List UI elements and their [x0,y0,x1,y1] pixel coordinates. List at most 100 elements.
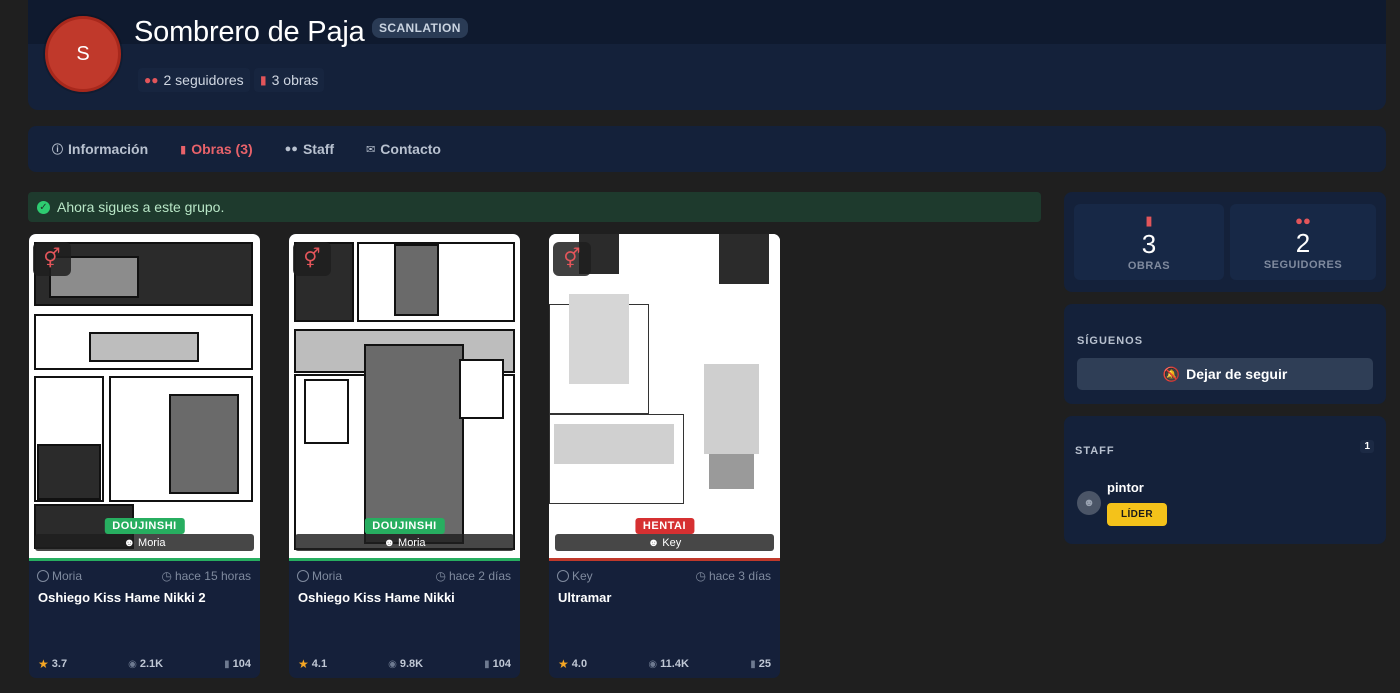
group-title: Sombrero de Paja [134,16,365,48]
alert-message: Ahora sigues a este grupo. [57,199,225,215]
user-circle-icon [297,570,309,582]
work-rating: ★ 4.1 [298,657,328,671]
category-badge: HENTAI [634,518,695,534]
check-circle-icon: ✓ [37,200,50,214]
followers-label: SEGUIDORES [1263,259,1343,271]
work-chapters: ▮ 104 [224,658,251,670]
work-chapters: ▮ 25 [750,658,771,670]
work-chapters: ▮ 104 [484,658,511,670]
book-icon: ▮ [224,658,230,670]
work-author[interactable]: Moria [37,569,82,583]
group-type-badge: SCANLATION [372,18,468,38]
work-stats: ★ 3.7 ◉ 2.1K ▮ 104 [38,657,251,671]
staff-panel: STAFF 1 ☻ pintor LÍDER [1064,416,1386,544]
followers-text: 2 seguidores [163,72,244,88]
work-time: ◷ hace 15 horas [161,569,251,583]
follow-panel: SÍGUENOS 🔕 Dejar de seguir [1064,304,1386,404]
users-icon: ●● [284,143,298,155]
venus-mars-icon: ⚥ [553,242,591,276]
star-icon: ★ [38,657,49,671]
work-cover[interactable]: ⚥ HENTAI ☻ Key [549,234,780,561]
book-icon: ▮ [180,143,187,156]
bell-slash-icon: 🔕 [1162,365,1181,382]
works-chip: ▮ 3 obras [254,68,325,92]
staff-avatar[interactable]: ☻ [1077,491,1101,515]
work-card[interactable]: ⚥ HENTAI ☻ Key Key ◷ hace 3 días Ultramar… [549,234,780,678]
work-cover[interactable]: ⚥ DOUJINSHI ☻ Moria [289,234,520,561]
staff-role-badge: LÍDER [1107,503,1167,526]
work-title[interactable]: Oshiego Kiss Hame Nikki [298,590,455,605]
avatar-letter: S [76,42,90,65]
followers-chip: ●● 2 seguidores [138,68,250,92]
user-circle-icon [557,570,569,582]
work-views: ◉ 11.4K [648,658,689,670]
tab-contacto[interactable]: ✉ Contacto [366,141,441,157]
work-author[interactable]: Key [557,569,593,583]
venus-mars-icon: ⚥ [293,242,331,276]
work-title[interactable]: Oshiego Kiss Hame Nikki 2 [38,590,206,605]
book-icon: ▮ [260,73,267,87]
tab-staff[interactable]: ●● Staff [285,141,334,157]
category-badge: DOUJINSHI [104,518,185,534]
unfollow-button[interactable]: 🔕 Dejar de seguir [1077,358,1373,390]
works-count: 3 [1141,228,1157,259]
cover-author-bar: ☻ Moria [35,534,254,551]
work-views: ◉ 9.8K [388,658,424,670]
clock-icon: ◷ [161,569,172,583]
eye-icon: ◉ [388,658,397,670]
work-cover[interactable]: ⚥ DOUJINSHI ☻ Moria [29,234,260,561]
works-stat: ▮ 3 OBRAS [1074,204,1224,280]
clock-icon: ◷ [435,569,446,583]
work-stats: ★ 4.0 ◉ 11.4K ▮ 25 [558,657,771,671]
works-text: 3 obras [271,72,319,88]
user-icon: ☻ [123,536,136,549]
followers-count: 2 [1295,228,1311,258]
works-label: OBRAS [1127,259,1171,272]
work-card[interactable]: ⚥ DOUJINSHI ☻ Moria Moria ◷ hace 2 días O… [289,234,520,678]
star-icon: ★ [558,657,569,671]
clock-icon: ◷ [695,569,706,583]
work-stats: ★ 4.1 ◉ 9.8K ▮ 104 [298,657,511,671]
work-meta: Moria ◷ hace 2 días [297,569,511,583]
group-header: S Sombrero de Paja SCANLATION ●● 2 segui… [28,0,1386,110]
work-rating: ★ 3.7 [38,657,68,671]
eye-icon: ◉ [648,658,658,670]
users-icon: ●● [1295,213,1311,228]
book-icon: ▮ [484,658,490,670]
tab-obras[interactable]: ▮ Obras (3) [180,141,253,157]
user-icon: ☻ [1083,497,1095,509]
star-icon: ★ [298,657,309,671]
staff-name[interactable]: pintor [1107,480,1144,495]
eye-icon: ◉ [128,658,137,670]
work-time: ◷ hace 3 días [695,569,771,583]
envelope-icon: ✉ [366,143,376,156]
follow-success-alert: ✓ Ahora sigues a este grupo. [28,192,1041,222]
work-rating: ★ 4.0 [558,657,588,671]
group-stats-panel: ▮ 3 OBRAS ●● 2 SEGUIDORES [1064,192,1386,292]
tab-informacion[interactable]: ⓘ Información [52,141,148,157]
cover-author-bar: ☻ Key [555,534,774,551]
staff-count-badge: 1 [1360,440,1374,453]
book-icon: ▮ [1145,212,1153,228]
work-meta: Key ◷ hace 3 días [557,569,771,583]
users-icon: ●● [144,73,159,87]
work-card[interactable]: ⚥ DOUJINSHI ☻ Moria Moria ◷ hace 15 horas… [29,234,260,678]
staff-section-title: STAFF [1075,445,1115,457]
book-icon: ▮ [750,658,756,670]
info-icon: ⓘ [52,144,63,156]
user-icon: ☻ [647,536,660,549]
work-meta: Moria ◷ hace 15 horas [37,569,251,583]
venus-mars-icon: ⚥ [33,242,71,276]
work-title[interactable]: Ultramar [558,590,611,605]
work-time: ◷ hace 2 días [435,569,511,583]
group-avatar: S [45,16,121,92]
work-author[interactable]: Moria [297,569,342,583]
user-icon: ☻ [383,536,396,549]
work-views: ◉ 2.1K [128,658,164,670]
cover-author-bar: ☻ Moria [295,534,514,551]
followers-stat: ●● 2 SEGUIDORES [1230,204,1376,280]
follow-section-title: SÍGUENOS [1077,335,1144,347]
category-badge: DOUJINSHI [364,518,445,534]
group-tabs: ⓘ Información ▮ Obras (3) ●● Staff ✉ Con… [28,126,1386,172]
user-circle-icon [37,570,49,582]
